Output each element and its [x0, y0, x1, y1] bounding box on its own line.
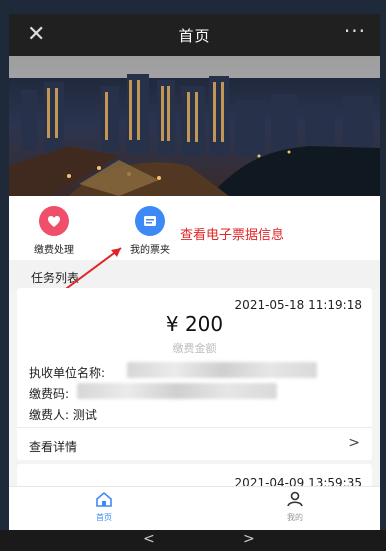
task-amount: ¥ 200: [165, 312, 224, 336]
forward-button[interactable]: >: [243, 531, 255, 547]
task-card[interactable]: 2021-05-18 11:19:18 ¥ 200 缴费金额 执收单位名称: 缴…: [17, 288, 372, 460]
phone-screen: ✕ 首页 ··· 缴费处理 我的票夹 查看电子票据信息 任务列表 2021-05…: [9, 14, 380, 530]
view-details-link[interactable]: 查看详情: [29, 438, 77, 455]
ticket-folder-icon: [135, 206, 165, 236]
back-button[interactable]: <: [143, 531, 155, 547]
payment-code-label: 缴费码:: [29, 387, 70, 401]
card-divider: [17, 427, 372, 428]
tab-home[interactable]: 首页: [64, 491, 144, 523]
page-title: 首页: [178, 27, 211, 45]
more-icon[interactable]: ···: [344, 19, 366, 43]
org-name-label: 执收单位名称:: [29, 366, 106, 380]
tab-label: 首页: [96, 513, 112, 522]
navigation-bar: < >: [0, 530, 386, 551]
bottom-tab-bar: 首页 我的: [9, 486, 380, 530]
payment-heart-icon: [39, 206, 69, 236]
screenshot-frame: ✕ 首页 ··· 缴费处理 我的票夹 查看电子票据信息 任务列表 2021-05…: [0, 0, 386, 551]
city-banner-image: [9, 56, 380, 196]
redacted-org-name: [127, 362, 317, 378]
payer-label: 缴费人: 测试: [29, 408, 97, 422]
redacted-payment-code: [77, 383, 277, 399]
amount-label: 缴费金额: [172, 342, 217, 355]
tab-label: 我的: [287, 513, 303, 522]
home-icon: [96, 491, 112, 507]
annotation-text: 查看电子票据信息: [180, 228, 285, 243]
chevron-right-icon: >: [348, 435, 360, 451]
user-icon: [287, 491, 303, 507]
task-date: 2021-05-18 11:19:18: [234, 298, 362, 312]
top-bar: ✕ 首页 ···: [9, 14, 380, 56]
tab-mine[interactable]: 我的: [255, 491, 335, 523]
